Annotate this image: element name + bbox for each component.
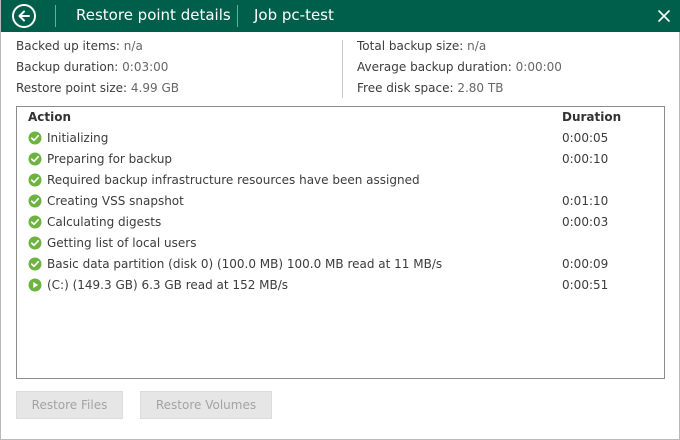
restore-files-button[interactable]: Restore Files bbox=[16, 391, 123, 419]
job-name: Job pc-test bbox=[254, 6, 334, 24]
summary-backup-duration: Backup duration: 0:03:00 bbox=[16, 60, 169, 74]
row-action: Initializing bbox=[47, 131, 109, 145]
restore-point-details-window: Restore point details Job pc-test Backed… bbox=[0, 0, 680, 440]
table-row[interactable]: Basic data partition (disk 0) (100.0 MB)… bbox=[17, 254, 664, 275]
table-header: Action Duration bbox=[17, 107, 664, 128]
dialog-title: Restore point details bbox=[76, 6, 231, 24]
play-circle-icon bbox=[28, 278, 42, 292]
close-icon[interactable] bbox=[656, 8, 672, 24]
session-log-table[interactable]: Action Duration Initializing 0:00:05 Pre… bbox=[16, 106, 665, 379]
table-row[interactable]: Calculating digests 0:00:03 bbox=[17, 212, 664, 233]
row-action: Calculating digests bbox=[47, 215, 162, 229]
restore-volumes-button[interactable]: Restore Volumes bbox=[140, 391, 272, 419]
table-row[interactable]: Initializing 0:00:05 bbox=[17, 128, 664, 149]
back-button[interactable] bbox=[12, 4, 36, 28]
row-duration: 0:00:03 bbox=[562, 215, 609, 229]
row-action: Getting list of local users bbox=[47, 236, 197, 250]
titlebar-separator bbox=[237, 5, 238, 27]
row-action: Preparing for backup bbox=[47, 152, 173, 166]
column-header-action[interactable]: Action bbox=[28, 110, 71, 124]
check-circle-icon bbox=[28, 194, 42, 208]
summary-total-backup-size: Total backup size: n/a bbox=[357, 39, 487, 53]
summary-right: Total backup size: n/a Average backup du… bbox=[357, 36, 562, 99]
row-duration: 0:00:09 bbox=[562, 257, 609, 271]
row-action: Creating VSS snapshot bbox=[47, 194, 184, 208]
table-row[interactable]: Preparing for backup 0:00:10 bbox=[17, 149, 664, 170]
summary-free-disk-space: Free disk space: 2.80 TB bbox=[357, 81, 504, 95]
column-header-duration[interactable]: Duration bbox=[562, 110, 621, 124]
table-row[interactable]: (C:) (149.3 GB) 6.3 GB read at 152 MB/s … bbox=[17, 275, 664, 296]
summary-restore-point-size: Restore point size: 4.99 GB bbox=[16, 81, 179, 95]
row-duration: 0:00:51 bbox=[562, 278, 609, 292]
summary-average-backup-duration: Average backup duration: 0:00:00 bbox=[357, 60, 562, 74]
row-duration: 0:00:10 bbox=[562, 152, 609, 166]
check-circle-icon bbox=[28, 152, 42, 166]
row-action: (C:) (149.3 GB) 6.3 GB read at 152 MB/s bbox=[47, 278, 289, 292]
arrow-left-icon bbox=[18, 10, 30, 22]
summary-backed-up-items: Backed up items: n/a bbox=[16, 39, 143, 53]
table-row[interactable]: Creating VSS snapshot 0:01:10 bbox=[17, 191, 664, 212]
row-duration: 0:01:10 bbox=[562, 194, 609, 208]
row-action: Required backup infrastructure resources… bbox=[47, 173, 420, 187]
check-circle-icon bbox=[28, 215, 42, 229]
titlebar: Restore point details Job pc-test bbox=[1, 0, 680, 32]
summary-divider bbox=[342, 40, 343, 98]
check-circle-icon bbox=[28, 173, 42, 187]
check-circle-icon bbox=[28, 257, 42, 271]
table-row[interactable]: Getting list of local users bbox=[17, 233, 664, 254]
check-circle-icon bbox=[28, 236, 42, 250]
row-action: Basic data partition (disk 0) (100.0 MB)… bbox=[47, 257, 443, 271]
titlebar-separator bbox=[55, 5, 56, 27]
table-row[interactable]: Required backup infrastructure resources… bbox=[17, 170, 664, 191]
summary-left: Backed up items: n/a Backup duration: 0:… bbox=[16, 36, 179, 99]
row-duration: 0:00:05 bbox=[562, 131, 609, 145]
check-circle-icon bbox=[28, 131, 42, 145]
